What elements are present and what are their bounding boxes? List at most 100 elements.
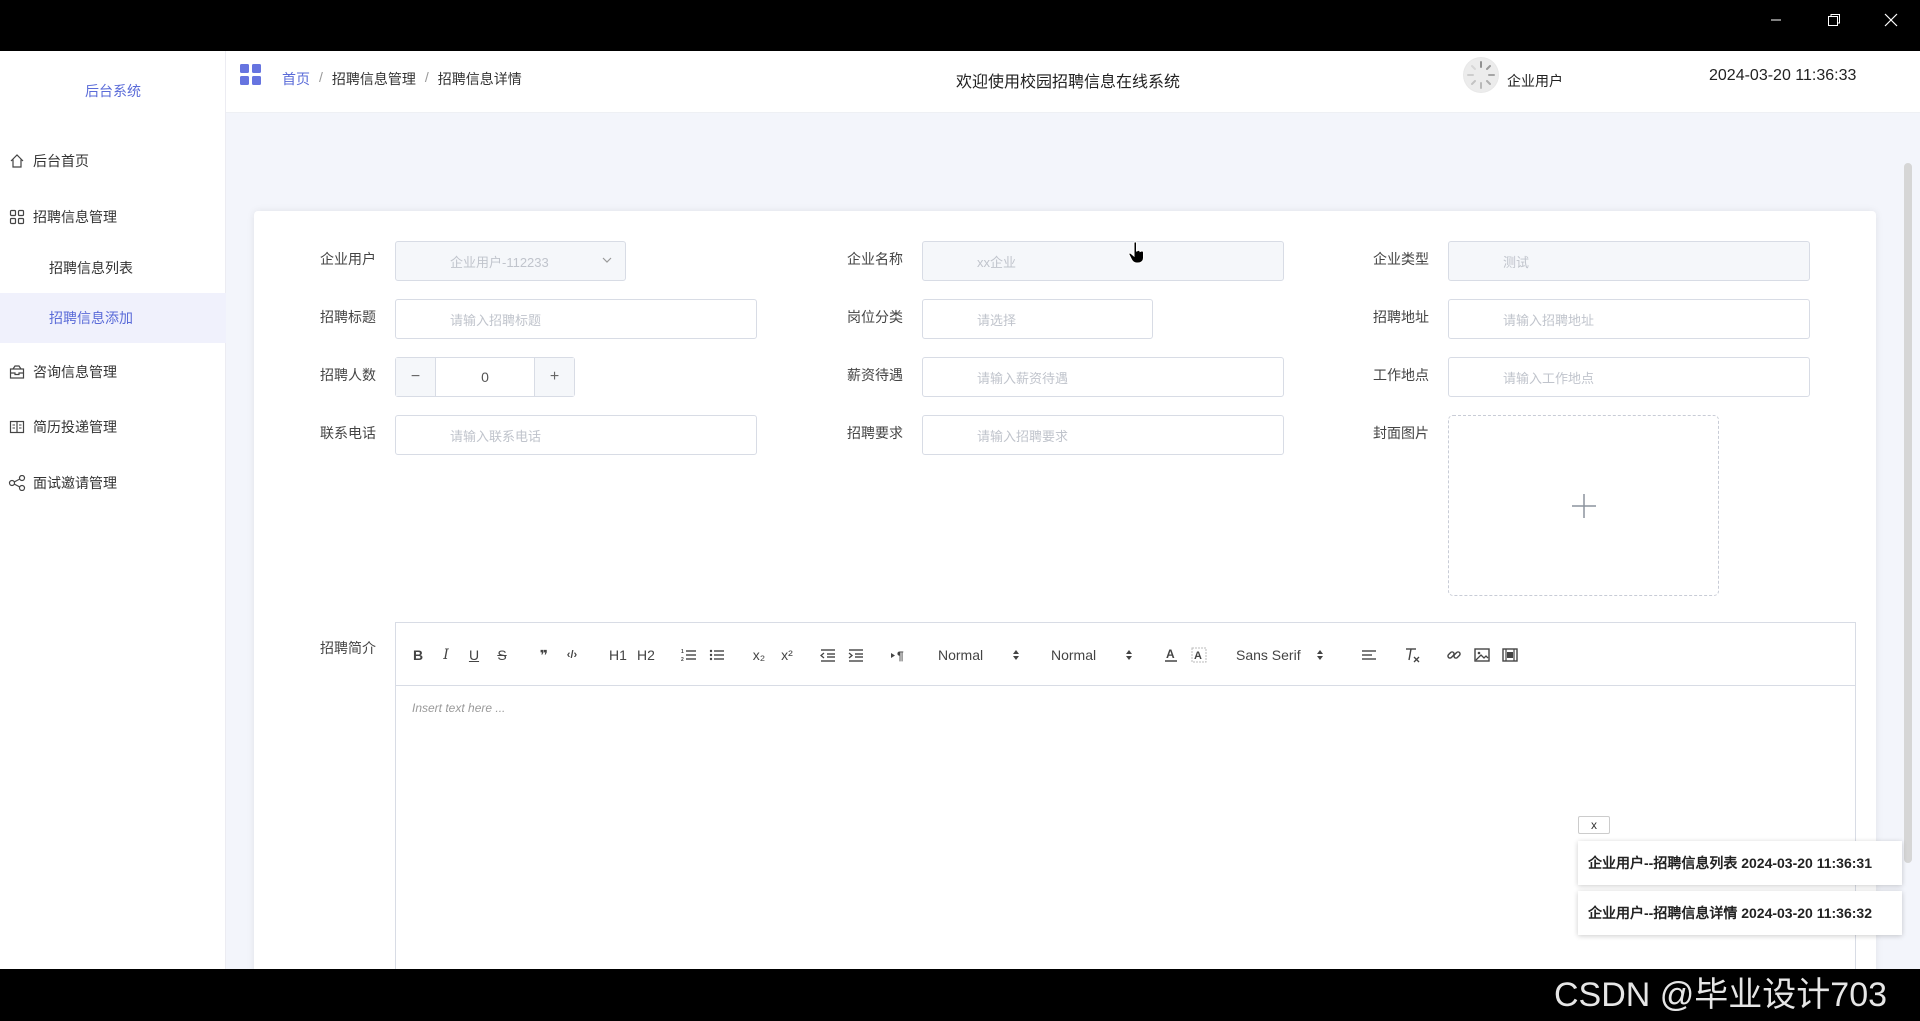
screen: 后台系统 后台首页 招聘信息管理 招聘信息列表 招聘信息添加 咨询信息管理 简历… — [0, 0, 1920, 1021]
sidebar-item-interview[interactable]: 面试邀请管理 — [0, 457, 226, 509]
select-arrows-icon — [1013, 650, 1020, 660]
svg-text:2: 2 — [681, 657, 684, 662]
header-select[interactable]: Normal — [1051, 643, 1134, 667]
inbox-icon — [6, 361, 28, 383]
select-arrows-icon — [1316, 650, 1323, 660]
salary-input[interactable]: 请输入薪资待遇 — [922, 357, 1284, 397]
ordered-list-icon[interactable]: 12 — [678, 643, 700, 667]
home-icon — [6, 150, 28, 172]
user-name[interactable]: 企业用户 — [1507, 71, 1563, 91]
apps-grid-icon[interactable] — [240, 64, 262, 91]
superscript-button[interactable]: x² — [776, 643, 798, 667]
code-block-button[interactable]: ‹/› — [561, 643, 583, 667]
company-name-label: 企业名称 — [847, 251, 903, 267]
restore-icon[interactable] — [1805, 0, 1863, 40]
indent-icon[interactable] — [845, 643, 867, 667]
notification-item[interactable]: 企业用户--招聘信息列表 2024-03-20 11:36:31 — [1578, 841, 1902, 885]
sidebar-item-label: 面试邀请管理 — [33, 475, 117, 491]
image-icon[interactable] — [1471, 643, 1493, 667]
company-user-select[interactable]: 企业用户-112233 — [395, 241, 626, 281]
app-window: 后台系统 后台首页 招聘信息管理 招聘信息列表 招聘信息添加 咨询信息管理 简历… — [0, 51, 1920, 969]
breadcrumb-current: 招聘信息详情 — [437, 71, 522, 87]
sidebar-subitem-recruitment-list[interactable]: 招聘信息列表 — [0, 243, 226, 293]
headcount-label: 招聘人数 — [320, 367, 376, 383]
sidebar-subitem-label: 招聘信息列表 — [49, 260, 133, 276]
requirements-label: 招聘要求 — [847, 425, 903, 441]
book-icon — [6, 416, 28, 438]
bullet-list-icon[interactable] — [706, 643, 728, 667]
outdent-icon[interactable] — [817, 643, 839, 667]
align-icon[interactable] — [1358, 643, 1380, 667]
font-select-value: Sans Serif — [1236, 647, 1301, 663]
sidebar: 后台系统 后台首页 招聘信息管理 招聘信息列表 招聘信息添加 咨询信息管理 简历… — [0, 51, 226, 969]
company-type-placeholder: 测试 — [1503, 254, 1530, 270]
share-icon — [6, 472, 28, 494]
background-color-icon[interactable]: A — [1188, 643, 1210, 667]
salary-placeholder: 请输入薪资待遇 — [977, 370, 1069, 386]
company-name-input[interactable]: xx企业 — [922, 241, 1284, 281]
title-placeholder: 请输入招聘标题 — [450, 312, 542, 328]
svg-text:1: 1 — [681, 649, 684, 655]
title-label: 招聘标题 — [320, 309, 376, 325]
phone-input[interactable]: 请输入联系电话 — [395, 415, 757, 455]
sidebar-item-label: 咨询信息管理 — [33, 364, 117, 380]
cover-image-uploader[interactable] — [1448, 415, 1719, 596]
decrement-button[interactable]: − — [396, 358, 436, 396]
link-icon[interactable] — [1443, 643, 1465, 667]
address-input[interactable]: 请输入招聘地址 — [1448, 299, 1810, 339]
location-input[interactable]: 请输入工作地点 — [1448, 357, 1810, 397]
underline-button[interactable]: U — [464, 643, 484, 667]
size-select[interactable]: Normal — [938, 643, 1021, 667]
company-user-label: 企业用户 — [320, 251, 376, 267]
company-type-input[interactable]: 测试 — [1448, 241, 1810, 281]
video-icon[interactable] — [1499, 643, 1521, 667]
breadcrumb-home[interactable]: 首页 — [282, 69, 310, 89]
phone-placeholder: 请输入联系电话 — [450, 428, 542, 444]
cover-label: 封面图片 — [1373, 425, 1429, 441]
page-scrollbar[interactable] — [1904, 163, 1912, 863]
breadcrumb-separator: / — [319, 69, 323, 85]
category-placeholder: 请选择 — [977, 312, 1017, 328]
location-label: 工作地点 — [1373, 367, 1429, 383]
top-header: 首页 / 招聘信息管理 / 招聘信息详情 欢迎使用校园招聘信息在线系统 企业用户… — [226, 51, 1920, 113]
title-input[interactable]: 请输入招聘标题 — [395, 299, 757, 339]
editor-toolbar: B I U S ❞ ‹/› H1 H2 12 x₂ x² ¶ Normal No… — [396, 623, 1855, 686]
sidebar-item-home[interactable]: 后台首页 — [0, 135, 226, 187]
window-titlebar — [0, 0, 1920, 51]
notifications-close-button[interactable]: x — [1578, 816, 1610, 834]
sidebar-subitem-recruitment-add[interactable]: 招聘信息添加 — [0, 293, 226, 343]
headcount-stepper[interactable]: − 0 + — [395, 357, 575, 397]
subscript-button[interactable]: x₂ — [748, 643, 770, 667]
text-color-icon[interactable]: A — [1160, 643, 1182, 667]
font-select[interactable]: Sans Serif — [1236, 643, 1325, 667]
notification-item[interactable]: 企业用户--招聘信息详情 2024-03-20 11:36:32 — [1578, 891, 1902, 935]
strike-button[interactable]: S — [492, 643, 512, 667]
blockquote-button[interactable]: ❞ — [533, 643, 555, 667]
intro-label: 招聘简介 — [320, 640, 376, 656]
sidebar-item-recruitment[interactable]: 招聘信息管理 — [0, 191, 226, 243]
close-icon[interactable] — [1862, 0, 1920, 40]
sidebar-item-consult[interactable]: 咨询信息管理 — [0, 346, 226, 398]
address-label: 招聘地址 — [1373, 309, 1429, 325]
requirements-input[interactable]: 请输入招聘要求 — [922, 415, 1284, 455]
plus-icon — [1571, 493, 1596, 518]
header2-button[interactable]: H2 — [634, 643, 658, 667]
headcount-value[interactable]: 0 — [436, 358, 534, 396]
phone-label: 联系电话 — [320, 425, 376, 441]
editor-placeholder[interactable]: Insert text here ... — [412, 701, 505, 715]
sidebar-item-resume[interactable]: 简历投递管理 — [0, 401, 226, 453]
location-placeholder: 请输入工作地点 — [1503, 370, 1595, 386]
italic-button[interactable]: I — [436, 643, 456, 667]
avatar[interactable] — [1463, 57, 1499, 93]
category-select[interactable]: 请选择 — [922, 299, 1153, 339]
header1-button[interactable]: H1 — [606, 643, 630, 667]
text-direction-icon[interactable]: ¶ — [887, 643, 909, 667]
requirements-placeholder: 请输入招聘要求 — [977, 428, 1069, 444]
breadcrumb-item[interactable]: 招聘信息管理 — [332, 69, 416, 89]
clear-format-icon[interactable] — [1401, 643, 1423, 667]
increment-button[interactable]: + — [534, 358, 574, 396]
breadcrumb-separator: / — [424, 69, 429, 85]
minimize-icon[interactable] — [1747, 0, 1805, 40]
chevron-down-icon — [602, 257, 612, 263]
bold-button[interactable]: B — [408, 643, 428, 667]
